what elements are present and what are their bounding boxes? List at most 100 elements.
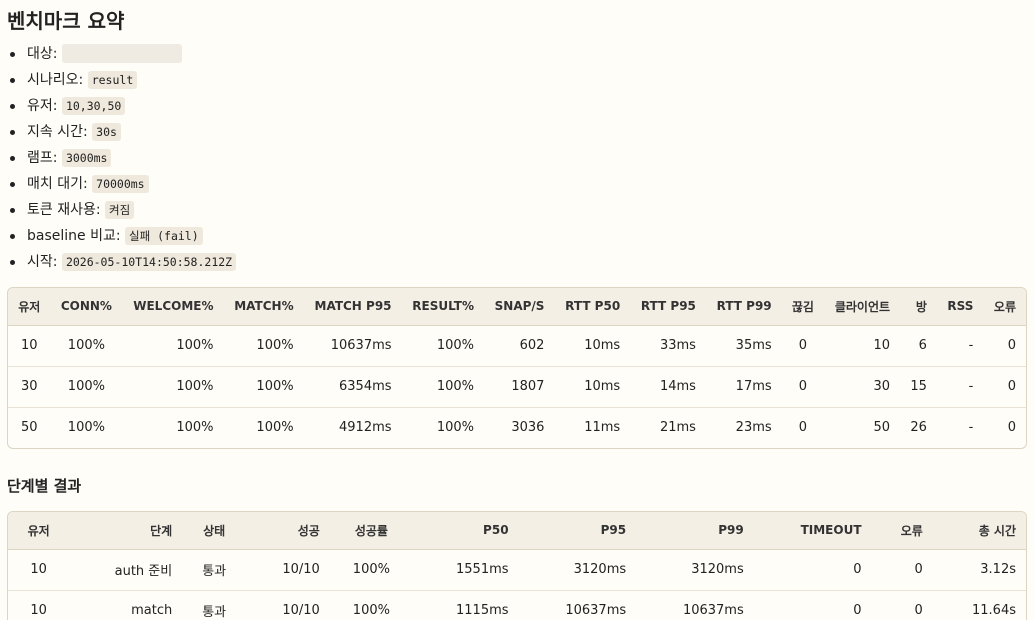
table-cell: 100%	[436, 420, 474, 436]
meta-value: 30s	[92, 123, 121, 141]
table-cell: 3120ms	[518, 549, 637, 591]
column-header: CONN%	[50, 288, 123, 326]
table-cell: 10637ms	[303, 325, 402, 367]
column-header: 방	[900, 288, 937, 326]
table-cell: 11.64s	[972, 603, 1016, 619]
column-header: RTT P99	[705, 288, 782, 326]
table-cell: 100%	[122, 366, 224, 408]
table-cell: 0	[753, 549, 872, 591]
table-cell: 0	[781, 325, 825, 367]
table-cell: 10637ms	[565, 603, 627, 619]
column-header: RTT P50	[554, 288, 631, 326]
column-header: 성공률	[329, 512, 413, 550]
table-cell: 14ms	[630, 366, 706, 408]
column-header: MATCH P95	[303, 288, 402, 326]
meta-label: 램프:	[27, 150, 58, 166]
table-row: 50 100% 100% 100% 4912ms 100% 3036 11ms …	[8, 407, 1026, 448]
page-title: 벤치마크 요약	[7, 9, 125, 33]
table-cell: 0	[871, 549, 933, 591]
stages-table: 유저 단계 상태 성공 성공률 P50 P95 P99 TIMEOUT 오류 총…	[8, 512, 1026, 620]
table-cell: -	[968, 420, 974, 436]
table-cell: 10	[8, 549, 70, 591]
column-header: 끊김	[781, 288, 825, 326]
table-cell: 통과	[182, 549, 247, 591]
meta-value: 실패 (fail)	[125, 227, 203, 245]
column-header: 오류	[983, 288, 1026, 326]
table-cell: 0	[781, 366, 825, 408]
meta-label: 매치 대기:	[27, 176, 88, 192]
meta-label: baseline 비교:	[27, 228, 121, 244]
table-cell: 6354ms	[303, 366, 402, 408]
column-header: TIMEOUT	[753, 512, 872, 550]
table-header-row: 유저 단계 상태 성공 성공률 P50 P95 P99 TIMEOUT 오류 총…	[8, 512, 1026, 550]
column-header: P99	[636, 512, 754, 550]
table-cell: 10	[824, 325, 901, 367]
table-cell: 100%	[401, 325, 484, 367]
table-cell: 100%	[176, 420, 214, 436]
meta-value-redacted	[61, 44, 182, 63]
table-cell: 100%	[223, 366, 304, 408]
meta-value: 70000ms	[92, 175, 149, 193]
table-cell: 10ms	[554, 366, 631, 408]
column-header: RSS	[936, 288, 984, 326]
table-cell: 33ms	[630, 325, 706, 367]
column-header: P50	[412, 512, 519, 550]
table-cell: 10/10	[246, 549, 330, 591]
column-header: RTT P95	[630, 288, 706, 326]
table-cell: 100%	[67, 420, 105, 436]
table-cell: 100%	[50, 366, 123, 408]
table-header-row: 유저 CONN% WELCOME% MATCH% MATCH P95 RESUL…	[8, 288, 1026, 326]
stages-table-container: 유저 단계 상태 성공 성공률 P50 P95 P99 TIMEOUT 오류 총…	[7, 511, 1027, 620]
meta-item-start: 시작: 2026-05-10T14:50:58.212Z	[7, 251, 1027, 277]
meta-label: 시작:	[27, 254, 58, 270]
summary-table-container: 유저 CONN% WELCOME% MATCH% MATCH P95 RESUL…	[7, 287, 1027, 449]
table-cell: 23ms	[735, 420, 772, 436]
table-cell: 6	[900, 325, 937, 367]
meta-label: 대상:	[27, 46, 58, 62]
meta-label: 토큰 재사용:	[27, 202, 101, 218]
table-cell: 3036	[511, 420, 545, 436]
meta-item-ramp: 램프: 3000ms	[7, 147, 1027, 173]
meta-item-duration: 지속 시간: 30s	[7, 121, 1027, 147]
column-header: 상태	[182, 512, 247, 550]
column-header: RESULT%	[401, 288, 484, 326]
meta-item-users: 유저: 10,30,50	[7, 95, 1027, 121]
table-cell: 21ms	[659, 420, 696, 436]
column-header: 클라이언트	[824, 288, 901, 326]
table-cell: 1807	[484, 366, 555, 408]
table-cell: 0	[853, 603, 862, 619]
meta-value: 10,30,50	[61, 97, 126, 115]
table-cell: 3.12s	[932, 549, 1026, 591]
meta-item-token-reuse: 토큰 재사용: 켜짐	[7, 199, 1027, 225]
column-header: 단계	[69, 512, 183, 550]
column-header: WELCOME%	[122, 288, 224, 326]
table-cell: 11ms	[584, 420, 621, 436]
section-title-stages: 단계별 결과	[7, 477, 82, 495]
table-cell: 통과	[202, 605, 227, 620]
column-header: 오류	[871, 512, 933, 550]
table-cell: 4912ms	[339, 420, 392, 436]
table-cell: 0	[983, 325, 1026, 367]
table-cell: 100%	[329, 549, 413, 591]
table-cell: 100%	[122, 325, 224, 367]
table-cell: 26	[910, 420, 927, 436]
column-header: 성공	[246, 512, 330, 550]
table-row: 10 100% 100% 100% 10637ms 100% 602 10ms …	[8, 325, 1026, 367]
table-cell: 100%	[223, 325, 304, 367]
table-row: 30 100% 100% 100% 6354ms 100% 1807 10ms …	[8, 366, 1026, 408]
report-page: 벤치마크 요약 대상: 시나리오: result 유저: 10,30,50 지속…	[0, 0, 1034, 620]
table-cell: 10	[30, 603, 47, 619]
table-cell: 10ms	[554, 325, 631, 367]
table-cell: 35ms	[705, 325, 782, 367]
table-cell: 602	[484, 325, 555, 367]
table-cell: 1551ms	[412, 549, 519, 591]
meta-item-scenario: 시나리오: result	[7, 69, 1027, 95]
table-cell: 100%	[352, 603, 390, 619]
table-cell: 30	[8, 366, 51, 408]
meta-value: 켜짐	[105, 201, 135, 219]
table-cell: 15	[900, 366, 937, 408]
meta-value: result	[87, 71, 138, 89]
table-cell: 3120ms	[636, 549, 754, 591]
meta-value: 3000ms	[61, 149, 112, 167]
table-cell: 0	[983, 366, 1026, 408]
